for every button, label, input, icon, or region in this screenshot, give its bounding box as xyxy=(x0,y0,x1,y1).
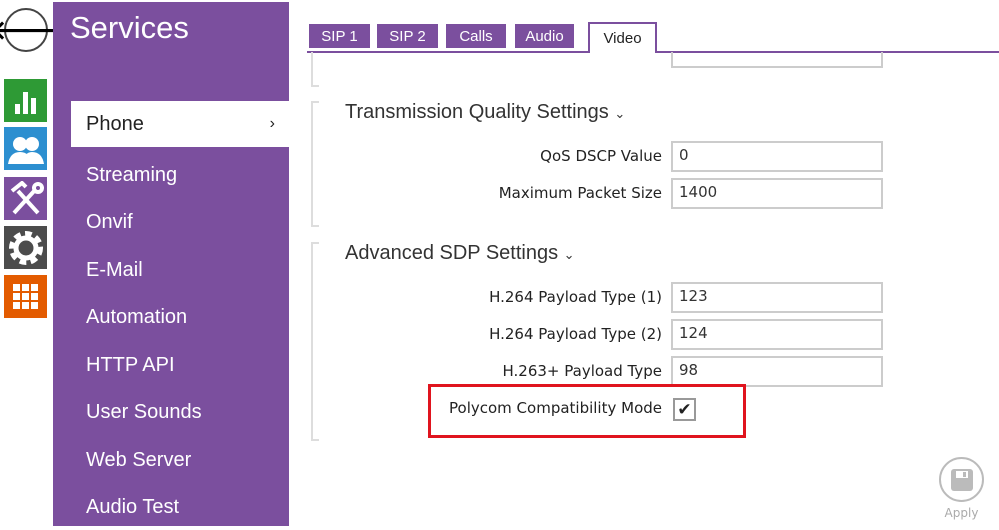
directory-icon[interactable] xyxy=(4,127,47,170)
tab-sip1[interactable]: SIP 1 xyxy=(309,24,370,48)
arrow-left-icon: 🡐 xyxy=(0,15,61,46)
sidebar-item-label: Phone xyxy=(86,112,144,135)
back-button[interactable]: 🡐 xyxy=(0,8,61,52)
sidebar-item-automation[interactable]: Automation xyxy=(71,294,289,340)
max-packet-label: Maximum Packet Size xyxy=(498,184,662,202)
save-icon xyxy=(950,468,973,491)
h264-2-label: H.264 Payload Type (2) xyxy=(489,325,662,343)
apply-button[interactable] xyxy=(939,457,984,502)
sidebar-item-onvif[interactable]: Onvif xyxy=(71,199,289,245)
h264-1-label: H.264 Payload Type (1) xyxy=(489,288,662,306)
tab-calls[interactable]: Calls xyxy=(446,24,506,48)
sidebar-item-email[interactable]: E-Mail xyxy=(71,247,289,293)
apps-icon[interactable] xyxy=(4,275,47,318)
system-icon[interactable] xyxy=(4,226,47,269)
section-bracket xyxy=(311,52,319,87)
tab-audio[interactable]: Audio xyxy=(515,24,574,48)
partial-input[interactable] xyxy=(671,52,883,68)
sidebar-item-phone[interactable]: Phone › xyxy=(71,101,289,147)
chevron-down-icon: ⌄ xyxy=(614,106,626,121)
sidebar-item-web-server[interactable]: Web Server xyxy=(71,437,289,483)
section-title-transmission[interactable]: Transmission Quality Settings ⌄ xyxy=(345,101,625,124)
sidebar-item-audio-test[interactable]: Audio Test xyxy=(71,484,289,530)
h263-input[interactable]: 98 xyxy=(671,356,883,387)
section-bracket xyxy=(311,242,319,441)
status-icon[interactable] xyxy=(4,79,47,122)
h264-1-input[interactable]: 123 xyxy=(671,282,883,313)
max-packet-input[interactable]: 1400 xyxy=(671,178,883,209)
section-bracket xyxy=(311,101,319,227)
hardware-icon[interactable] xyxy=(4,177,47,220)
chevron-right-icon: › xyxy=(269,115,275,132)
tab-video[interactable]: Video xyxy=(588,22,657,53)
highlight-box xyxy=(428,384,746,438)
qos-label: QoS DSCP Value xyxy=(540,147,662,165)
qos-dscp-input[interactable]: 0 xyxy=(671,141,883,172)
h263-label: H.263+ Payload Type xyxy=(502,362,662,380)
apply-label: Apply xyxy=(944,506,979,520)
sidebar-title: Services xyxy=(70,10,189,45)
sidebar-item-streaming[interactable]: Streaming xyxy=(71,152,289,198)
chevron-down-icon: ⌄ xyxy=(563,247,575,262)
sidebar-item-http-api[interactable]: HTTP API xyxy=(71,342,289,388)
sidebar-item-user-sounds[interactable]: User Sounds xyxy=(71,389,289,435)
h264-2-input[interactable]: 124 xyxy=(671,319,883,350)
tab-sip2[interactable]: SIP 2 xyxy=(377,24,438,48)
section-title-advanced-sdp[interactable]: Advanced SDP Settings ⌄ xyxy=(345,242,575,265)
